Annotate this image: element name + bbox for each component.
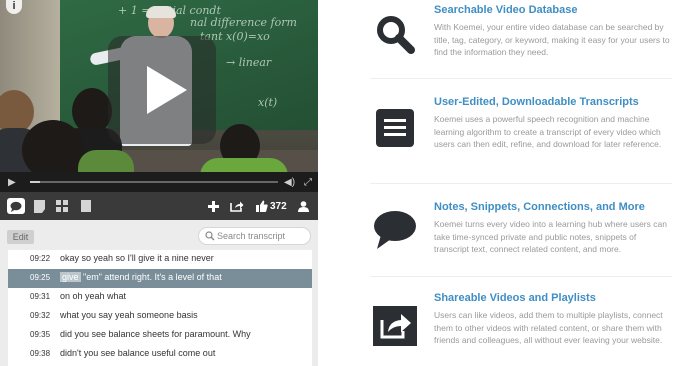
chalk-text-5: x(t): [258, 96, 278, 109]
row-timestamp: 09:32: [30, 311, 51, 320]
row-text: okay so yeah so I'll give it a nine neve…: [60, 253, 214, 263]
grid-icon: [56, 200, 68, 212]
feature-search: Searchable Video Database With Koemei, y…: [318, 4, 680, 74]
transcript-panel: Edit Search transcript 09:22 okay so yea…: [0, 220, 318, 366]
row-timestamp: 09:31: [30, 292, 51, 301]
user-icon: [297, 200, 309, 212]
play-toggle-icon[interactable]: ▶: [8, 177, 16, 188]
feature-description: Users can like videos, add them to multi…: [434, 310, 663, 345]
feature-description: Koemei uses a powerful speech recognitio…: [434, 114, 662, 149]
video-frame[interactable]: + 1 = initial condt nal difference form …: [0, 0, 318, 192]
document-lines-icon: [370, 106, 420, 150]
connections-tab[interactable]: [55, 198, 69, 214]
feature-title: Notes, Snippets, Connections, and More: [434, 201, 645, 213]
play-icon: [147, 66, 187, 114]
feature-description: With Koemei, your entire video database …: [434, 22, 670, 57]
feature-description: Koemei turns every video into a learning…: [434, 219, 667, 254]
row-timestamp: 09:35: [30, 330, 51, 339]
chat-bubble-icon: [10, 201, 22, 212]
row-text: give "em" attend right. It's a level of …: [60, 272, 222, 282]
feature-list: Searchable Video Database With Koemei, y…: [318, 0, 680, 366]
divider: [370, 78, 672, 79]
transcript-tab[interactable]: [7, 198, 25, 214]
player-toolbar: 372: [0, 192, 318, 220]
feature-transcripts: User-Edited, Downloadable Transcripts Ko…: [318, 96, 680, 180]
search-placeholder: Search transcript: [217, 231, 286, 241]
fullscreen-icon[interactable]: ⤢: [304, 177, 312, 188]
divider: [370, 276, 672, 277]
add-button[interactable]: [206, 198, 220, 214]
edit-transcript-button[interactable]: Edit: [7, 230, 34, 244]
slides-tab[interactable]: [79, 198, 93, 214]
panel-icon: [81, 200, 91, 212]
user-button[interactable]: [296, 198, 310, 214]
transcript-row[interactable]: 09:38 didn't you see balance useful come…: [8, 345, 312, 364]
transcript-search-input[interactable]: Search transcript: [198, 227, 311, 245]
row-timestamp: 09:22: [30, 254, 51, 263]
row-text-rest: "em" attend right. It's a level of that: [80, 272, 222, 282]
row-timestamp: 09:38: [30, 349, 51, 358]
feature-sharing: Shareable Videos and Playlists Users can…: [318, 292, 680, 366]
play-button[interactable]: [108, 36, 216, 144]
highlighted-word: give: [60, 272, 81, 282]
feature-title: Shareable Videos and Playlists: [434, 292, 596, 304]
like-button[interactable]: [255, 198, 269, 214]
share-icon: [230, 201, 244, 212]
transcript-row[interactable]: 09:31 on oh yeah what: [8, 288, 312, 307]
plus-icon: [207, 200, 219, 212]
feature-title: Searchable Video Database: [434, 4, 578, 16]
transcript-row-active[interactable]: 09:25 give "em" attend right. It's a lev…: [8, 269, 312, 288]
note-icon: [33, 199, 45, 213]
row-timestamp: 09:25: [30, 273, 51, 282]
transcript-list: 09:22 okay so yeah so I'll give it a nin…: [8, 250, 312, 366]
search-icon: [205, 231, 215, 241]
like-count: 372: [270, 201, 287, 212]
volume-icon[interactable]: ◀): [284, 177, 295, 188]
notes-tab[interactable]: [32, 198, 46, 214]
speech-bubble-icon: [370, 207, 420, 251]
magnifier-icon: [370, 12, 420, 56]
student-head: [22, 120, 84, 180]
chalk-text-2: nal difference form: [190, 16, 297, 29]
feature-notes: Notes, Snippets, Connections, and More K…: [318, 201, 680, 271]
video-controls: ▶ ◀) ⤢: [0, 172, 318, 192]
thumbs-up-icon: [256, 200, 268, 212]
row-text: what you say yeah someone basis: [60, 310, 198, 320]
chalk-text-4: → linear: [226, 56, 272, 69]
progress-fill: [30, 181, 40, 183]
row-text: did you see balance sheets for paramount…: [60, 329, 251, 339]
share-button[interactable]: [229, 198, 245, 214]
transcript-row[interactable]: 09:35 did you see balance sheets for par…: [8, 326, 312, 345]
share-arrow-icon: [370, 304, 420, 348]
row-text: didn't you see balance useful come out: [60, 348, 216, 358]
feature-title: User-Edited, Downloadable Transcripts: [434, 96, 639, 108]
transcript-row[interactable]: 09:32 what you say yeah someone basis: [8, 307, 312, 326]
transcript-row[interactable]: 09:22 okay so yeah so I'll give it a nin…: [8, 250, 312, 269]
divider: [370, 183, 672, 184]
lecturer-hair: [146, 6, 176, 18]
video-player-panel: + 1 = initial condt nal difference form …: [0, 0, 318, 366]
row-text: on oh yeah what: [60, 291, 127, 301]
progress-track[interactable]: [30, 181, 278, 183]
